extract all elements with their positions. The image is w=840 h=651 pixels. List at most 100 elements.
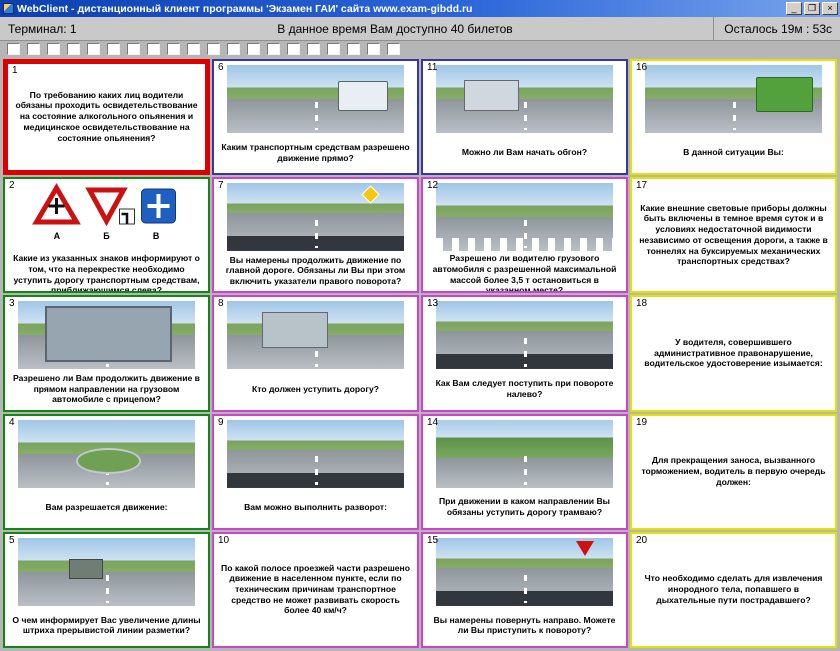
question-text: В данной ситуации Вы: xyxy=(632,133,835,173)
question-number: 10 xyxy=(218,535,229,546)
question-number: 12 xyxy=(427,180,438,191)
question-number: 19 xyxy=(636,417,647,428)
ticket-checkbox[interactable] xyxy=(267,43,280,55)
question-card[interactable]: 4 А Б В Вам разреш xyxy=(3,414,210,530)
ticket-checkbox[interactable] xyxy=(247,43,260,55)
question-number: 11 xyxy=(427,62,437,73)
question-card[interactable]: 6 А Б В Каким тран xyxy=(212,59,419,175)
question-card[interactable]: 14 А Б В При движе xyxy=(421,414,628,530)
close-button[interactable]: × xyxy=(822,2,838,15)
question-number: 2 xyxy=(9,180,15,191)
question-text: Разрешено ли Вам продолжить движение в п… xyxy=(5,369,208,409)
question-text: Что необходимо сделать для извлечения ин… xyxy=(632,534,835,646)
question-photo: А Б В xyxy=(436,420,613,488)
question-photo: А Б В xyxy=(227,183,404,251)
question-photo: А Б В xyxy=(18,538,195,606)
minimize-button[interactable]: _ xyxy=(786,2,802,15)
question-photo: А Б В xyxy=(227,301,404,369)
ticket-checkbox[interactable] xyxy=(227,43,240,55)
road-signs-image: А Б В xyxy=(18,183,195,251)
ticket-checkbox[interactable] xyxy=(7,43,20,55)
ticket-checkbox[interactable] xyxy=(27,43,40,55)
ticket-checkbox[interactable] xyxy=(147,43,160,55)
question-card[interactable]: 13 А Б В Как Вам с xyxy=(421,295,628,411)
question-card[interactable]: 8 А Б В Кто должен xyxy=(212,295,419,411)
question-number: 1 xyxy=(12,65,18,76)
question-card[interactable]: 16 А Б В В данной xyxy=(630,59,837,175)
question-card[interactable]: 19 А Б В Для прекр xyxy=(630,414,837,530)
terminal-label: Терминал: 1 xyxy=(8,22,77,36)
question-number: 9 xyxy=(218,417,224,428)
question-number: 5 xyxy=(9,535,15,546)
maximize-button[interactable]: ❐ xyxy=(804,2,820,15)
question-photo: А Б В xyxy=(18,301,195,369)
question-card[interactable]: 2 А Б В Какие из у xyxy=(3,177,210,293)
window-title: WebClient - дистанционный клиент програм… xyxy=(17,3,782,15)
question-number: 15 xyxy=(427,535,438,546)
question-card[interactable]: 17 А Б В Какие вне xyxy=(630,177,837,293)
question-card[interactable]: 11 А Б В Можно ли xyxy=(421,59,628,175)
ticket-checkbox[interactable] xyxy=(307,43,320,55)
question-card[interactable]: 9 А Б В Вам можно xyxy=(212,414,419,530)
ticket-checkbox[interactable] xyxy=(127,43,140,55)
ticket-checkbox[interactable] xyxy=(167,43,180,55)
window-titlebar: WebClient - дистанционный клиент програм… xyxy=(0,0,840,17)
ticket-checkbox[interactable] xyxy=(387,43,400,55)
question-number: 17 xyxy=(636,180,647,191)
question-text: У водителя, совершившего административно… xyxy=(632,297,835,409)
question-text: Для прекращения заноса, вызванного тормо… xyxy=(632,416,835,528)
question-number: 4 xyxy=(9,417,15,428)
ticket-checkbox[interactable] xyxy=(47,43,60,55)
question-number: 20 xyxy=(636,535,647,546)
questions-grid: 1 А Б В По требова xyxy=(0,57,840,651)
ticket-checkbox[interactable] xyxy=(347,43,360,55)
question-card[interactable]: 1 А Б В По требова xyxy=(3,59,210,175)
question-photo: А Б В xyxy=(18,183,195,251)
ticket-checkbox[interactable] xyxy=(287,43,300,55)
question-photo: А Б В xyxy=(436,301,613,369)
ticket-checkbox[interactable] xyxy=(107,43,120,55)
question-text: При движении в каком направлении Вы обяз… xyxy=(423,488,626,528)
question-photo: А Б В xyxy=(645,65,822,133)
question-photo: А Б В xyxy=(18,420,195,488)
question-number: 8 xyxy=(218,298,224,309)
question-text: Каким транспортным средствам разрешено д… xyxy=(214,133,417,173)
question-text: Какие внешние световые приборы должны бы… xyxy=(632,179,835,291)
question-photo: А Б В xyxy=(227,65,404,133)
question-text: О чем информирует Вас увеличение длины ш… xyxy=(5,606,208,646)
question-card[interactable]: 12 А Б В Разрешено xyxy=(421,177,628,293)
question-card[interactable]: 15 А Б В Вы намере xyxy=(421,532,628,648)
sign-label: В xyxy=(153,231,160,241)
ticket-checkbox[interactable] xyxy=(367,43,380,55)
ticket-checkbox[interactable] xyxy=(87,43,100,55)
road-signs-icon xyxy=(18,183,195,231)
question-number: 14 xyxy=(427,417,438,428)
question-text: Вам разрешается движение: xyxy=(5,488,208,528)
question-card[interactable]: 5 А Б В О чем инфо xyxy=(3,532,210,648)
question-card[interactable]: 20 А Б В Что необх xyxy=(630,532,837,648)
time-remaining-label: Осталось 19м : 53с xyxy=(713,17,832,40)
question-text: Кто должен уступить дорогу? xyxy=(214,369,417,409)
question-text: Вам можно выполнить разворот: xyxy=(214,488,417,528)
ticket-checkbox[interactable] xyxy=(207,43,220,55)
ticket-checkbox[interactable] xyxy=(327,43,340,55)
question-card[interactable]: 18 А Б В У водител xyxy=(630,295,837,411)
status-bar: Терминал: 1 В данное время Вам доступно … xyxy=(0,17,840,41)
question-text: Как Вам следует поступить при повороте н… xyxy=(423,369,626,409)
question-card[interactable]: 3 А Б В Разрешено xyxy=(3,295,210,411)
question-card[interactable]: 10 А Б В По какой xyxy=(212,532,419,648)
question-photo: А Б В xyxy=(436,538,613,606)
ticket-checkbox-row xyxy=(0,41,840,57)
question-text: Вы намерены повернуть направо. Можете ли… xyxy=(423,606,626,646)
question-photo: А Б В xyxy=(436,65,613,133)
question-text: По требованию каких лиц водители обязаны… xyxy=(8,64,205,170)
question-number: 6 xyxy=(218,62,224,73)
question-photo: А Б В xyxy=(436,183,613,251)
question-text: Разрешено ли водителю грузового автомоби… xyxy=(423,251,626,293)
question-text: Вы намерены продолжить движение по главн… xyxy=(214,251,417,291)
ticket-checkbox[interactable] xyxy=(67,43,80,55)
question-card[interactable]: 7 А Б В Вы намерен xyxy=(212,177,419,293)
ticket-checkbox[interactable] xyxy=(187,43,200,55)
question-number: 13 xyxy=(427,298,438,309)
question-text: По какой полосе проезжей части разрешено… xyxy=(214,534,417,646)
